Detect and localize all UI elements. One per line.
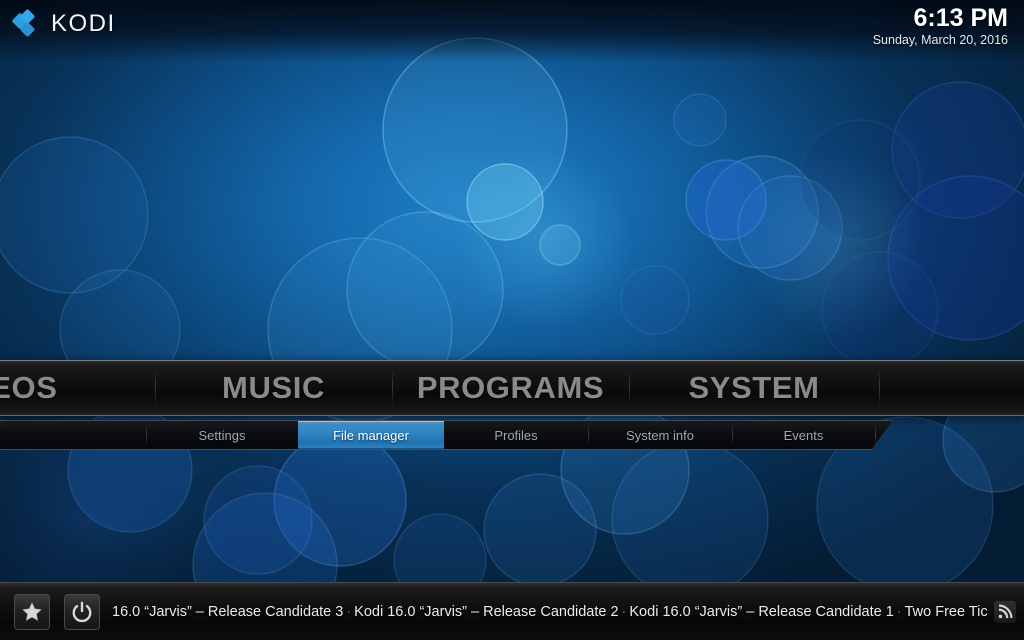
sub-menu-item-system-info[interactable]: System info <box>588 421 732 449</box>
clock: 6:13 PM Sunday, March 20, 2016 <box>873 5 1008 49</box>
main-menu-item-system[interactable]: SYSTEM <box>629 361 879 415</box>
bokeh-circle <box>466 163 544 241</box>
glow-accent <box>455 150 635 330</box>
sub-menu-item-settings[interactable]: Settings <box>146 421 298 449</box>
bokeh-circle <box>273 433 407 567</box>
rss-separator: · <box>621 603 627 620</box>
kodi-logo: KODI <box>11 8 116 38</box>
bokeh-circle <box>346 211 504 369</box>
bokeh-circle <box>382 37 568 223</box>
bokeh-circle <box>620 265 690 335</box>
rss-feed-button[interactable] <box>994 600 1016 623</box>
power-button[interactable] <box>64 593 100 630</box>
sub-menu-bar: Settings File manager Profiles System in… <box>0 420 893 450</box>
rss-icon <box>998 604 1013 618</box>
rss-segment: Kodi 16.0 “Jarvis” – Release Candidate 1 <box>629 603 894 620</box>
sub-menu-item-file-manager[interactable]: File manager <box>298 421 444 449</box>
bokeh-circle <box>203 465 313 575</box>
bokeh-circle <box>799 119 921 241</box>
rss-segment: Kodi 16.0 “Jarvis” – Release Candidate 2 <box>354 603 619 620</box>
glow-accent <box>740 150 930 340</box>
star-icon <box>22 602 42 621</box>
sub-menu-item-profiles[interactable]: Profiles <box>444 421 588 449</box>
sub-menu-filler <box>875 421 893 449</box>
bokeh-circle <box>611 441 769 599</box>
rss-ticker[interactable]: 16.0 “Jarvis” – Release Candidate 3 · Kodi… <box>112 604 988 620</box>
main-menu-item-videos[interactable]: IDEOS <box>0 361 155 415</box>
top-header: KODI 6:13 PM Sunday, March 20, 2016 <box>0 0 1024 62</box>
bokeh-circle <box>0 136 149 294</box>
bokeh-circle <box>673 93 727 147</box>
bokeh-circle <box>821 251 939 369</box>
kodi-home-screen: KODI 6:13 PM Sunday, March 20, 2016 IDEO… <box>0 0 1024 640</box>
kodi-logo-icon <box>11 8 42 38</box>
bokeh-circle <box>539 224 581 266</box>
brand-label: KODI <box>51 10 116 37</box>
bokeh-circle <box>685 159 767 241</box>
power-icon <box>72 601 92 622</box>
main-menu-item-programs[interactable]: PROGRAMS <box>392 361 629 415</box>
sub-menu-item-events[interactable]: Events <box>732 421 875 449</box>
favorites-button[interactable] <box>14 593 50 630</box>
bokeh-circle <box>483 473 597 587</box>
bottom-bar: 16.0 “Jarvis” – Release Candidate 3 · Kodi… <box>0 582 1024 640</box>
background-bokeh <box>0 37 1024 638</box>
clock-time: 6:13 PM <box>913 4 1008 32</box>
rss-separator: · <box>896 603 902 620</box>
main-menu-item-music[interactable]: MUSIC <box>155 361 392 415</box>
main-menu-bar: IDEOS MUSIC PROGRAMS SYSTEM <box>0 360 1024 416</box>
main-menu-filler <box>879 361 1024 415</box>
sub-menu-lead-spacer <box>0 421 146 449</box>
rss-separator: · <box>346 603 352 620</box>
rss-segment: 16.0 “Jarvis” – Release Candidate 3 <box>112 603 344 620</box>
rss-segment: Two Free Tickets to Join U <box>904 603 988 620</box>
bokeh-circle <box>891 81 1024 219</box>
bokeh-circle <box>737 175 843 281</box>
clock-date: Sunday, March 20, 2016 <box>872 33 1008 47</box>
sub-menu-bar-wrapper: Settings File manager Profiles System in… <box>0 420 1024 450</box>
bokeh-circle <box>705 155 819 269</box>
bokeh-circle <box>887 175 1024 341</box>
